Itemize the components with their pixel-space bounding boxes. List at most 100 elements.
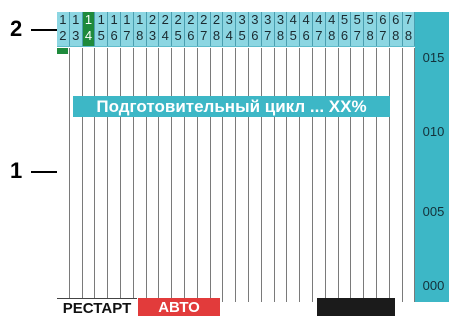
channel-pair-second: 7 bbox=[264, 28, 272, 43]
channel-pair-second: 2 bbox=[59, 28, 67, 43]
grid-line bbox=[350, 48, 352, 302]
channel-pair-second: 3 bbox=[72, 28, 80, 43]
channel-pair-second: 3 bbox=[148, 28, 157, 43]
callout-label-1: 1 bbox=[10, 158, 23, 183]
grid-line bbox=[312, 48, 313, 302]
channel-pair-first: 2 bbox=[212, 12, 221, 27]
channel-pair-cell[interactable]: 12 bbox=[57, 12, 70, 46]
channel-pair-cell[interactable]: 34 bbox=[223, 12, 237, 46]
channel-pair-second: 6 bbox=[110, 28, 118, 43]
channel-pair-second: 5 bbox=[238, 28, 246, 43]
channel-pair-first: 6 bbox=[392, 12, 400, 27]
grid-line bbox=[81, 48, 83, 302]
channel-pair-cell[interactable]: 14 bbox=[82, 12, 96, 46]
channel-pair-first: 6 bbox=[379, 12, 387, 27]
grid-line bbox=[401, 48, 403, 302]
channel-pair-second: 7 bbox=[200, 28, 208, 43]
channel-pair-cell[interactable]: 26 bbox=[185, 12, 198, 46]
grid-line bbox=[388, 48, 390, 302]
channel-pair-cell[interactable]: 13 bbox=[70, 12, 83, 46]
channel-pair-cell[interactable]: 78 bbox=[403, 12, 416, 46]
grid-line bbox=[68, 48, 70, 302]
channel-pair-first: 2 bbox=[200, 12, 208, 27]
channel-pair-first: 1 bbox=[84, 12, 93, 27]
channel-pair-cell[interactable]: 18 bbox=[134, 12, 147, 46]
channel-pair-cell[interactable]: 37 bbox=[262, 12, 275, 46]
channel-pair-cell[interactable]: 24 bbox=[159, 12, 173, 46]
channel-pair-second: 4 bbox=[161, 28, 169, 43]
channel-pair-cell[interactable]: 47 bbox=[313, 12, 326, 46]
function-button[interactable] bbox=[317, 298, 395, 316]
channel-pair-first: 1 bbox=[59, 12, 67, 27]
channel-pair-cell[interactable]: 35 bbox=[236, 12, 249, 46]
channel-pair-first: 3 bbox=[238, 12, 246, 27]
channel-pair-cell[interactable]: 48 bbox=[326, 12, 339, 46]
channel-pair-cell[interactable]: 46 bbox=[300, 12, 313, 46]
channel-pair-first: 4 bbox=[302, 12, 310, 27]
channel-pair-second: 7 bbox=[379, 28, 387, 43]
channel-pair-first: 5 bbox=[353, 12, 361, 27]
channel-pair-cell[interactable]: 17 bbox=[121, 12, 134, 46]
channel-pair-cell[interactable]: 25 bbox=[172, 12, 185, 46]
grid-line bbox=[324, 48, 326, 302]
channel-pair-second: 4 bbox=[225, 28, 233, 43]
channel-pair-second: 8 bbox=[404, 28, 413, 43]
preparation-cycle-status: Подготовительный цикл ... XX% bbox=[73, 96, 390, 117]
grid-line bbox=[94, 48, 96, 302]
grid-line bbox=[376, 48, 377, 302]
channel-pair-cell[interactable]: 16 bbox=[108, 12, 121, 46]
grid-line bbox=[248, 48, 249, 302]
channel-pair-second: 6 bbox=[302, 28, 310, 43]
channel-pair-cell[interactable]: 23 bbox=[147, 12, 160, 46]
channel-pair-second: 8 bbox=[276, 28, 285, 43]
channel-pair-second: 8 bbox=[328, 28, 336, 43]
grid-line bbox=[235, 48, 237, 302]
channel-pair-first: 1 bbox=[72, 12, 80, 27]
channel-grid bbox=[57, 48, 416, 302]
channel-pair-cell[interactable]: 57 bbox=[351, 12, 365, 46]
channel-pair-second: 5 bbox=[174, 28, 182, 43]
auto-mode-button[interactable]: АВТО bbox=[138, 298, 220, 316]
grid-line bbox=[132, 48, 134, 302]
channel-pair-cell[interactable]: 45 bbox=[287, 12, 301, 46]
channel-pair-cell[interactable]: 68 bbox=[390, 12, 403, 46]
channel-pair-second: 4 bbox=[84, 28, 93, 43]
channel-pair-first: 2 bbox=[148, 12, 157, 27]
axis-tick-label: 000 bbox=[422, 278, 445, 293]
channel-pair-cell[interactable]: 67 bbox=[377, 12, 390, 46]
channel-pair-cell[interactable]: 28 bbox=[211, 12, 224, 46]
channel-pair-second: 7 bbox=[353, 28, 361, 43]
channel-pair-first: 7 bbox=[404, 12, 413, 27]
channel-pair-second: 8 bbox=[212, 28, 221, 43]
channel-pair-first: 1 bbox=[123, 12, 131, 27]
channel-pair-first: 4 bbox=[328, 12, 336, 27]
channel-pair-first: 3 bbox=[264, 12, 272, 27]
controller-display: 1213141516171823242526272834353637384546… bbox=[57, 12, 449, 302]
channel-pair-first: 3 bbox=[225, 12, 233, 27]
channel-pair-second: 8 bbox=[136, 28, 144, 43]
channel-pair-first: 4 bbox=[289, 12, 297, 27]
callout-leader-1 bbox=[31, 171, 57, 173]
channel-pair-second: 7 bbox=[315, 28, 323, 43]
channel-pair-second: 5 bbox=[97, 28, 105, 43]
grid-line bbox=[145, 48, 147, 302]
channel-pair-cell[interactable]: 58 bbox=[364, 12, 377, 46]
value-axis: 015 010 005 000 bbox=[415, 12, 449, 302]
grid-line bbox=[222, 48, 224, 302]
channel-pair-cell[interactable]: 38 bbox=[275, 12, 288, 46]
channel-pair-second: 7 bbox=[123, 28, 131, 43]
channel-pair-cell[interactable]: 27 bbox=[198, 12, 211, 46]
grid-line bbox=[107, 48, 109, 302]
channel-pair-second: 5 bbox=[289, 28, 297, 43]
grid-line bbox=[286, 48, 288, 302]
channel-pair-first: 3 bbox=[276, 12, 285, 27]
callout-label-2: 2 bbox=[10, 16, 23, 41]
channel-pair-first: 5 bbox=[340, 12, 349, 27]
channel-pair-first: 3 bbox=[251, 12, 259, 27]
channel-pair-cell[interactable]: 56 bbox=[339, 12, 352, 46]
restart-button[interactable]: РЕСТАРТ bbox=[57, 298, 137, 317]
channel-pair-cell[interactable]: 36 bbox=[249, 12, 262, 46]
axis-tick-label: 010 bbox=[422, 124, 445, 139]
channel-pair-cell[interactable]: 15 bbox=[95, 12, 109, 46]
channel-pair-first: 4 bbox=[315, 12, 323, 27]
